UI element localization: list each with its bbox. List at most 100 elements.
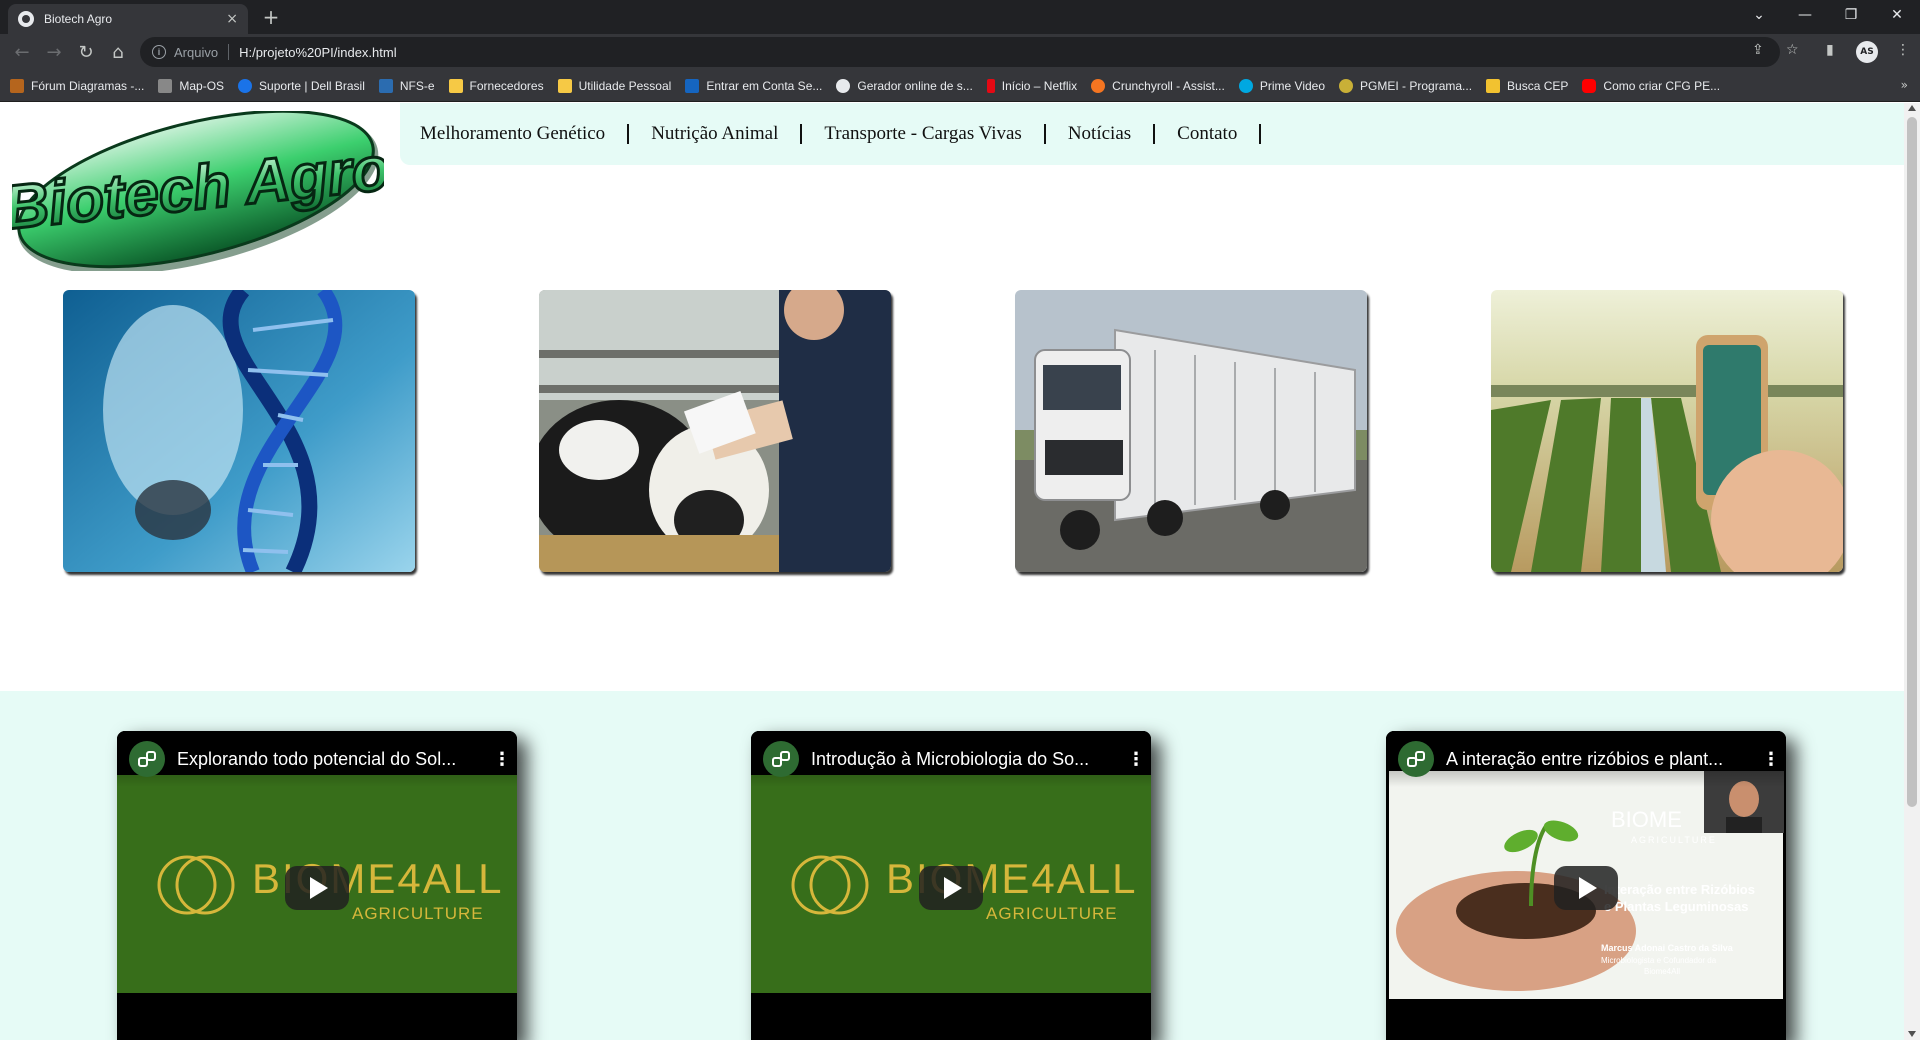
play-button-icon[interactable]	[1554, 866, 1618, 910]
nav-divider	[1043, 124, 1046, 144]
video-title[interactable]: Introdução à Microbiologia do So...	[811, 749, 1121, 770]
bookmark-label: Prime Video	[1259, 78, 1326, 93]
card-livestock-truck-image[interactable]	[1015, 290, 1367, 572]
tab-close-icon[interactable]: ×	[226, 11, 238, 27]
scroll-up-icon[interactable]	[1908, 105, 1916, 111]
menu-kebab-icon[interactable]: ⋮	[1896, 42, 1910, 58]
share-icon[interactable]: ⇪	[1752, 42, 1764, 58]
bookmark-item[interactable]: NFS-e	[378, 78, 435, 93]
new-tab-button[interactable]: +	[260, 6, 282, 28]
nav-link-nutricao-animal[interactable]: Nutrição Animal	[651, 123, 778, 145]
bookmark-icon	[685, 78, 700, 93]
bookmark-label: NFS-e	[399, 78, 435, 93]
video-more-icon[interactable]: ⋮	[487, 749, 517, 770]
forward-arrow-icon[interactable]: →	[42, 40, 66, 64]
nav-link-melhoramento-genetico[interactable]: Melhoramento Genético	[420, 123, 605, 145]
scroll-down-icon[interactable]	[1908, 1031, 1916, 1037]
minimize-button[interactable]: —	[1782, 0, 1828, 30]
bookmark-icon	[1339, 78, 1354, 93]
card-dna-cattle-image[interactable]	[63, 290, 415, 572]
bookmark-item[interactable]: Início – Netflix	[986, 78, 1078, 93]
bookmark-label: Como criar CFG PE...	[1603, 78, 1721, 93]
restore-button[interactable]: ❐	[1828, 0, 1874, 30]
profile-avatar[interactable]: AS	[1856, 41, 1878, 63]
bookmark-icon	[238, 78, 253, 93]
play-button-icon[interactable]	[285, 866, 349, 910]
bookmark-item[interactable]: Como criar CFG PE...	[1582, 78, 1721, 93]
bookmark-label: Fornecedores	[469, 78, 544, 93]
bookmark-label: Utilidade Pessoal	[578, 78, 672, 93]
close-window-button[interactable]: ✕	[1874, 0, 1920, 30]
video-title[interactable]: Explorando todo potencial do Sol...	[177, 749, 487, 770]
browser-titlebar: Biotech Agro × + ⌄ — ❐ ✕	[0, 0, 1920, 34]
bookmark-item[interactable]: Suporte | Dell Brasil	[238, 78, 365, 93]
bookmark-item[interactable]: Prime Video	[1238, 78, 1326, 93]
card-smart-farm-image[interactable]	[1491, 290, 1843, 572]
channel-avatar-icon[interactable]	[1398, 741, 1434, 777]
bookmark-icon	[10, 78, 24, 93]
play-button-icon[interactable]	[919, 866, 983, 910]
bookmark-item[interactable]: PGMEI - Programa...	[1339, 78, 1472, 93]
video-more-icon[interactable]: ⋮	[1121, 749, 1151, 770]
bookmark-item[interactable]: Entrar em Conta Se...	[685, 78, 823, 93]
bookmark-label: Entrar em Conta Se...	[706, 78, 823, 93]
video-header: Explorando todo potencial do Sol... ⋮	[117, 731, 517, 787]
bookmark-item[interactable]: Busca CEP	[1486, 78, 1569, 93]
video-embed-3[interactable]: BIOME AGRICULTURE Interação entre Rizóbi…	[1386, 731, 1786, 1040]
bookmark-folder[interactable]: Utilidade Pessoal	[557, 78, 672, 93]
bookmark-label: Busca CEP	[1507, 78, 1569, 93]
card-animal-nutrition-image[interactable]	[539, 290, 891, 572]
back-arrow-icon[interactable]: ←	[10, 40, 34, 64]
video-overlay-title-1: Interação entre Rizóbios	[1604, 882, 1755, 897]
side-panel-icon[interactable]: ▮	[1826, 42, 1834, 58]
nav-link-contato[interactable]: Contato	[1177, 123, 1237, 145]
bookmark-icon	[158, 78, 173, 93]
bookmark-label: Suporte | Dell Brasil	[259, 78, 365, 93]
video-presenter-name: Marcus Adonai Castro da Silva	[1601, 943, 1734, 953]
channel-avatar-icon[interactable]	[129, 741, 165, 777]
globe-icon	[836, 78, 851, 93]
address-url: H:/projeto%20PI/index.html	[239, 44, 397, 60]
youtube-icon	[1582, 78, 1597, 93]
bookmark-item[interactable]: Map-OS	[158, 78, 225, 93]
channel-avatar-icon[interactable]	[763, 741, 799, 777]
main-nav: Melhoramento Genético Nutrição Animal Tr…	[400, 103, 1904, 165]
bookmark-label: Map-OS	[179, 78, 225, 93]
video-brand-sub: AGRICULTURE	[986, 904, 1118, 923]
folder-icon	[448, 78, 463, 93]
browser-tab[interactable]: Biotech Agro ×	[8, 4, 248, 34]
bookmark-label: Início – Netflix	[1001, 78, 1078, 93]
home-icon[interactable]: ⌂	[106, 40, 130, 64]
crunchyroll-icon	[1091, 78, 1106, 93]
reload-icon[interactable]: ↻	[74, 40, 98, 64]
address-bar[interactable]: i Arquivo H:/projeto%20PI/index.html	[140, 37, 1780, 67]
bookmark-item[interactable]: Crunchyroll - Assist...	[1091, 78, 1225, 93]
nav-divider	[1259, 124, 1262, 144]
video-embed-1[interactable]: BIOME4ALL AGRICULTURE Explorando todo po…	[117, 731, 517, 1040]
site-info-icon[interactable]: i	[152, 45, 166, 59]
video-embed-2[interactable]: BIOME4ALL AGRICULTURE Introdução à Micro…	[751, 731, 1151, 1040]
nav-divider	[800, 124, 803, 144]
bookmark-star-icon[interactable]: ☆	[1786, 42, 1799, 58]
browser-toolbar: ← → ↻ ⌂ i Arquivo H:/projeto%20PI/index.…	[0, 34, 1920, 70]
video-title[interactable]: A interação entre rizóbios e plant...	[1446, 749, 1756, 770]
tab-search-icon[interactable]: ⌄	[1736, 0, 1782, 30]
nav-link-noticias[interactable]: Notícias	[1068, 123, 1131, 145]
bookmarks-bar: Fórum Diagramas -... Map-OS Suporte | De…	[0, 70, 1920, 102]
page-scrollbar[interactable]	[1904, 103, 1920, 1040]
site-logo[interactable]: Biotech Agro	[0, 109, 394, 275]
address-separator	[228, 44, 230, 60]
scrollbar-thumb[interactable]	[1907, 117, 1917, 807]
bookmark-item[interactable]: Gerador online de s...	[836, 78, 973, 93]
prime-video-icon	[1238, 78, 1253, 93]
nav-link-transporte[interactable]: Transporte - Cargas Vivas	[824, 123, 1021, 145]
bookmark-folder[interactable]: Fornecedores	[448, 78, 544, 93]
video-more-icon[interactable]: ⋮	[1756, 749, 1786, 770]
bookmark-label: Fórum Diagramas -...	[31, 78, 145, 93]
page-favicon-icon	[18, 11, 34, 27]
bookmark-label: Gerador online de s...	[857, 78, 973, 93]
bookmark-item[interactable]: Fórum Diagramas -...	[10, 78, 145, 93]
bookmarks-overflow-icon[interactable]: »	[1901, 78, 1908, 92]
tab-title: Biotech Agro	[44, 12, 113, 26]
page-viewport: Biotech Agro Melhoramento Genético Nutri…	[0, 103, 1904, 1040]
